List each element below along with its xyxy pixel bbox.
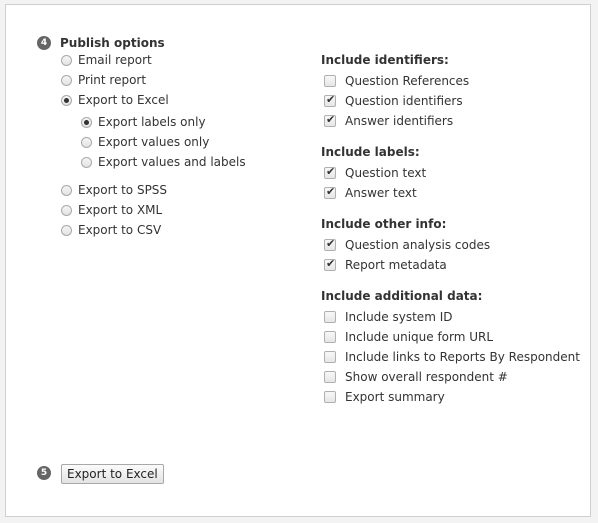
checkbox-box[interactable] — [324, 165, 336, 179]
include-labels-title: Include labels: — [321, 145, 420, 159]
radio-label: Export to Excel — [78, 93, 169, 107]
checkbox-box[interactable] — [324, 113, 336, 127]
radio-circle[interactable] — [81, 156, 92, 168]
checkbox-box[interactable] — [324, 257, 336, 271]
checkbox-label: Question text — [345, 166, 427, 180]
radio-print-report[interactable]: Print report — [61, 72, 146, 88]
checkbox-label: Answer text — [345, 186, 417, 200]
radio-circle[interactable] — [81, 116, 92, 128]
radio-circle[interactable] — [61, 204, 72, 216]
checkbox-box[interactable] — [324, 75, 336, 87]
include-other-info-title: Include other info: — [321, 217, 447, 231]
radio-label: Export labels only — [98, 115, 206, 129]
checkbox-box[interactable] — [324, 93, 336, 107]
checkbox-label: Show overall respondent # — [345, 370, 508, 384]
export-to-excel-button[interactable]: Export to Excel — [61, 464, 164, 484]
checkbox-label: Include links to Reports By Respondent — [345, 350, 580, 364]
radio-label: Export values and labels — [98, 155, 246, 169]
radio-email-report[interactable]: Email report — [61, 52, 152, 68]
checkbox-answer-identifiers[interactable]: Answer identifiers — [324, 113, 453, 129]
radio-circle[interactable] — [61, 184, 72, 196]
checkbox-question-identifiers[interactable]: Question identifiers — [324, 93, 463, 109]
radio-circle[interactable] — [61, 54, 72, 66]
step-5-badge: 5 — [37, 466, 51, 480]
checkbox-label: Export summary — [345, 390, 445, 404]
radio-export-values-and-labels[interactable]: Export values and labels — [81, 154, 246, 170]
checkbox-box[interactable] — [324, 311, 336, 323]
checkbox-answer-text[interactable]: Answer text — [324, 185, 417, 201]
step-4-badge: 4 — [37, 36, 51, 50]
publish-panel: 4 Publish options Email report Print rep… — [5, 4, 591, 517]
checkbox-show-overall-respondent[interactable]: Show overall respondent # — [324, 369, 508, 385]
checkbox-label: Question analysis codes — [345, 238, 491, 252]
checkbox-label: Question identifiers — [345, 94, 463, 108]
include-identifiers-title: Include identifiers: — [321, 53, 449, 67]
publish-options-title: Publish options — [60, 36, 165, 50]
radio-export-excel[interactable]: Export to Excel — [61, 92, 169, 108]
radio-label: Export to XML — [78, 203, 163, 217]
checkbox-label: Include system ID — [345, 310, 453, 324]
checkbox-question-references[interactable]: Question References — [324, 73, 469, 89]
radio-circle[interactable] — [61, 94, 72, 106]
radio-circle[interactable] — [61, 74, 72, 86]
checkbox-question-text[interactable]: Question text — [324, 165, 426, 181]
checkbox-label: Question References — [345, 74, 470, 88]
checkbox-report-metadata[interactable]: Report metadata — [324, 257, 447, 273]
checkbox-box[interactable] — [324, 391, 336, 403]
checkbox-question-analysis-codes[interactable]: Question analysis codes — [324, 237, 490, 253]
radio-label: Export values only — [98, 135, 210, 149]
checkbox-export-summary[interactable]: Export summary — [324, 389, 445, 405]
radio-label: Print report — [78, 73, 147, 87]
checkbox-box[interactable] — [324, 185, 336, 199]
checkbox-box[interactable] — [324, 331, 336, 343]
radio-label: Export to CSV — [78, 223, 162, 237]
radio-export-xml[interactable]: Export to XML — [61, 202, 162, 218]
radio-export-csv[interactable]: Export to CSV — [61, 222, 161, 238]
radio-circle[interactable] — [61, 224, 72, 236]
radio-export-spss[interactable]: Export to SPSS — [61, 182, 167, 198]
checkbox-label: Include unique form URL — [345, 330, 494, 344]
include-additional-data-title: Include additional data: — [321, 289, 483, 303]
radio-export-values-only[interactable]: Export values only — [81, 134, 209, 150]
radio-label: Export to SPSS — [78, 183, 168, 197]
checkbox-label: Report metadata — [345, 258, 447, 272]
checkbox-include-links-reports-by-respondent[interactable]: Include links to Reports By Respondent — [324, 349, 580, 365]
checkbox-box[interactable] — [324, 351, 336, 363]
checkbox-include-unique-form-url[interactable]: Include unique form URL — [324, 329, 493, 345]
checkbox-include-system-id[interactable]: Include system ID — [324, 309, 452, 325]
radio-export-labels-only[interactable]: Export labels only — [81, 114, 206, 130]
radio-circle[interactable] — [81, 136, 92, 148]
checkbox-label: Answer identifiers — [345, 114, 454, 128]
radio-label: Email report — [78, 53, 152, 67]
checkbox-box[interactable] — [324, 371, 336, 383]
checkbox-box[interactable] — [324, 237, 336, 251]
